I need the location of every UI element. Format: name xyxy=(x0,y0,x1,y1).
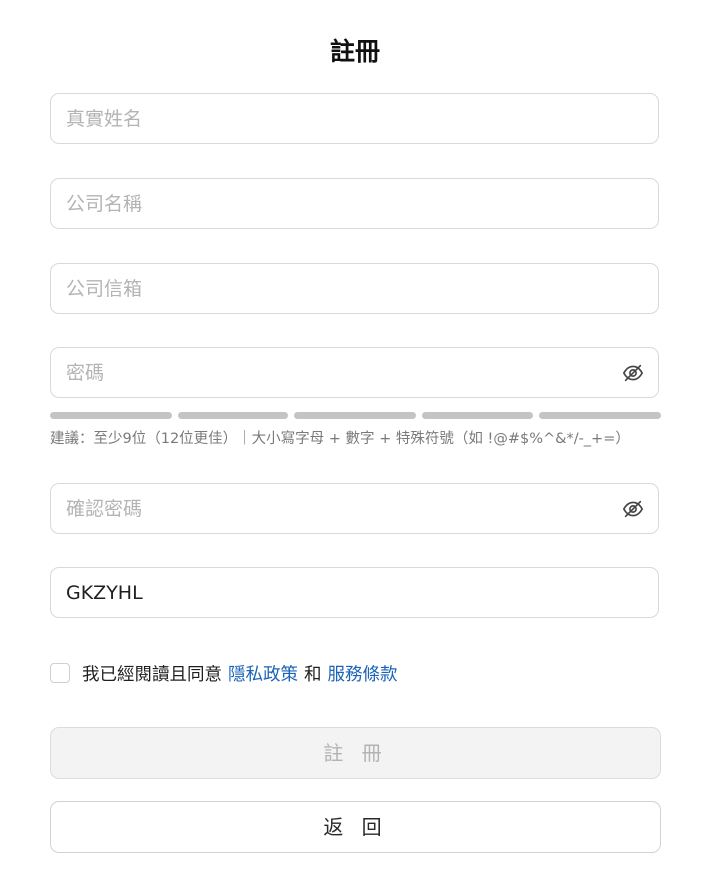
terms-of-service-link[interactable]: 服務條款 xyxy=(328,661,398,686)
strength-segment-5 xyxy=(539,412,661,419)
agreement-row: 我已經閱讀且同意 隱私政策 和 服務條款 xyxy=(50,661,404,685)
register-page: 註冊 建議：至少9位（12位更佳）｜大小寫字母 + 數字 + 特殊符號（如 !@… xyxy=(0,0,720,888)
page-title: 註冊 xyxy=(329,37,380,66)
eye-off-icon[interactable] xyxy=(622,498,644,520)
register-button[interactable]: 註 冊 xyxy=(50,727,661,779)
real-name-field[interactable] xyxy=(50,93,659,144)
company-name-input[interactable] xyxy=(51,179,658,228)
company-name-field[interactable] xyxy=(50,178,659,229)
company-email-input[interactable] xyxy=(51,264,658,313)
strength-segment-4 xyxy=(422,412,533,419)
agreement-and-text: 和 xyxy=(304,664,322,685)
strength-segment-1 xyxy=(50,412,172,419)
agreement-text: 我已經閱讀且同意 xyxy=(82,664,222,685)
confirm-password-field[interactable] xyxy=(50,483,659,534)
eye-off-icon[interactable] xyxy=(622,362,644,384)
password-hint: 建議：至少9位（12位更佳）｜大小寫字母 + 數字 + 特殊符號（如 !@#$%… xyxy=(50,431,630,447)
back-button[interactable]: 返 回 xyxy=(50,801,661,853)
captcha-input[interactable] xyxy=(51,568,658,617)
password-field[interactable] xyxy=(50,347,659,398)
confirm-password-input[interactable] xyxy=(51,484,658,533)
strength-segment-3 xyxy=(294,412,416,419)
real-name-input[interactable] xyxy=(51,94,658,143)
password-strength-meter xyxy=(50,412,661,420)
strength-segment-2 xyxy=(178,412,288,419)
captcha-field[interactable] xyxy=(50,567,659,618)
password-input[interactable] xyxy=(51,348,658,397)
agree-checkbox[interactable] xyxy=(50,663,70,683)
privacy-policy-link[interactable]: 隱私政策 xyxy=(228,661,298,686)
company-email-field[interactable] xyxy=(50,263,659,314)
